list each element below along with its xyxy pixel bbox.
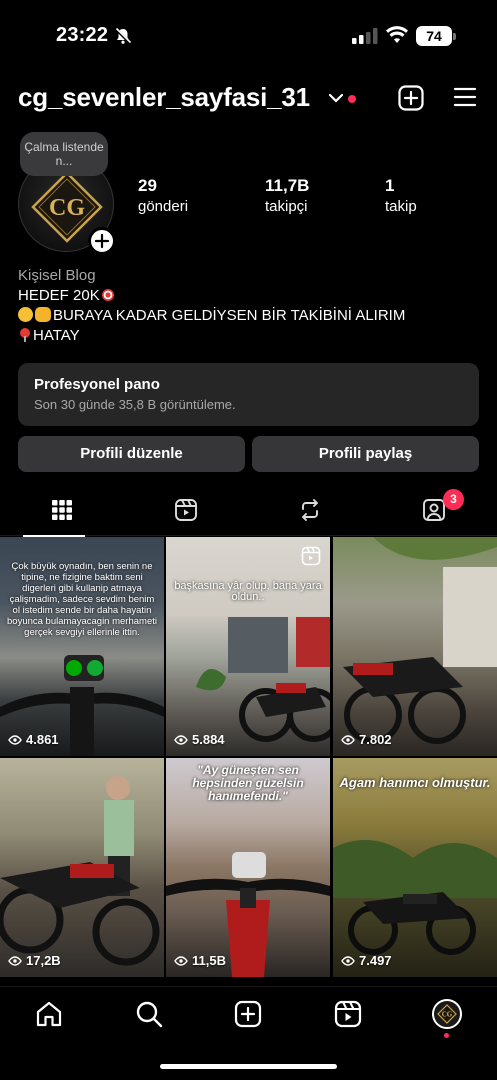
note-bubble[interactable]: Çalma listende n... [20, 132, 108, 176]
wifi-icon [386, 26, 408, 43]
eye-icon [174, 735, 188, 745]
profile-header: cg_sevenler_sayfasi_31 [0, 82, 497, 118]
view-count: 7.497 [341, 953, 392, 968]
create-icon [234, 1000, 262, 1028]
eye-icon [341, 956, 355, 966]
tab-reels[interactable] [124, 488, 248, 536]
stat-value: 11,7B [265, 176, 310, 195]
home-indicator[interactable] [160, 1064, 337, 1069]
reel-caption: Çok büyük oynadın, ben senin ne tipine, … [7, 561, 157, 638]
nav-profile-avatar[interactable]: CG [432, 999, 462, 1029]
dashboard-subtitle: Son 30 günde 35,8 B görüntüleme. [34, 397, 236, 412]
professional-dashboard[interactable]: Profesyonel pano Son 30 günde 35,8 B gör… [18, 363, 479, 426]
tagged-count-badge: 3 [443, 489, 464, 510]
stat-label: gönderi [138, 198, 189, 215]
view-count-value: 11,5B [192, 953, 226, 968]
tab-grid[interactable] [0, 488, 124, 537]
notification-dot [348, 95, 356, 103]
bio-line: BURAYA KADAR GELDİYSEN BİR TAKİBİNİ ALIR… [18, 306, 478, 326]
grid-item[interactable]: başkasına yâr olup, bana yara oldun.. 5.… [166, 537, 330, 756]
search-icon [136, 1001, 163, 1028]
bio-line: HEDEF 20K [18, 286, 478, 306]
pin-icon [20, 328, 30, 342]
motorcycle-image [343, 537, 497, 744]
nav-home[interactable] [34, 999, 64, 1029]
view-count-value: 17,2B [26, 953, 61, 968]
grid-icon [52, 500, 72, 520]
grid-item[interactable]: Agam hanımcı olmuştur. 7.497 [333, 758, 497, 977]
view-count-value: 4.861 [26, 732, 59, 747]
status-time: 23:22 [56, 24, 109, 46]
repost-icon [302, 499, 318, 521]
status-bar: 23:22 74 [0, 0, 497, 72]
reels-icon [334, 1000, 362, 1028]
home-icon [36, 1001, 62, 1027]
bio-line: HATAY [18, 326, 478, 346]
view-count-value: 7.802 [359, 732, 392, 747]
nav-reels[interactable] [333, 999, 363, 1029]
fist-emoji-icon [35, 307, 51, 322]
svg-text:CG: CG [49, 195, 85, 221]
dashboard-title: Profesyonel pano [34, 376, 160, 393]
menu-icon[interactable] [453, 86, 477, 108]
battery-indicator: 74 [416, 26, 456, 46]
reels-grid: Çok büyük oynadın, ben senin ne tipine, … [0, 537, 497, 986]
followers-count[interactable]: 11,7B takipçi [265, 176, 309, 215]
view-count-value: 5.884 [192, 732, 225, 747]
nav-create[interactable] [233, 999, 263, 1029]
reels-icon [175, 499, 197, 521]
eye-icon [8, 735, 22, 745]
grid-item[interactable]: 17,2B [0, 758, 164, 977]
view-count: 11,5B [174, 953, 226, 968]
add-story-button[interactable] [88, 227, 116, 255]
profile-stats: 29 gönderi 11,7B takipçi 1 takip [138, 176, 478, 220]
bio-line-1: HEDEF 20K [18, 287, 100, 304]
chevron-down-icon[interactable] [328, 92, 344, 104]
stat-value: 29 [138, 176, 157, 195]
bio-line-3: HATAY [33, 327, 80, 344]
eye-icon [8, 956, 22, 966]
motorcycle-image [0, 776, 160, 966]
reel-icon [301, 546, 321, 566]
grin-emoji-icon [18, 307, 33, 322]
stat-label: takipçi [265, 198, 308, 215]
bio-line-2: BURAYA KADAR GELDİYSEN BİR TAKİBİNİ ALIR… [53, 307, 406, 324]
reel-caption: başkasına yâr olup, bana yara oldun.. [174, 580, 322, 603]
grid-item[interactable]: Çok büyük oynadın, ben senin ne tipine, … [0, 537, 164, 756]
view-count: 17,2B [8, 953, 61, 968]
create-post-icon[interactable] [398, 85, 424, 111]
grid-item[interactable]: 7.802 [333, 537, 497, 756]
view-count: 4.861 [8, 732, 59, 747]
cg-logo: CG [437, 1004, 457, 1024]
dart-icon [101, 289, 114, 301]
edit-profile-button[interactable]: Profili düzenle [18, 436, 245, 472]
stat-label: takip [385, 198, 417, 215]
grid-item[interactable]: "Ay güneşten sen hepsinden güzelsin hanı… [166, 758, 330, 977]
bio-category: Kişisel Blog [18, 267, 96, 284]
view-count: 7.802 [341, 732, 392, 747]
eye-icon [341, 735, 355, 745]
following-count[interactable]: 1 takip [385, 176, 417, 215]
content-tabs [0, 488, 497, 537]
view-count-value: 7.497 [359, 953, 392, 968]
cellular-signal-icon [352, 28, 378, 44]
view-count: 5.884 [174, 732, 225, 747]
posts-count[interactable]: 29 gönderi [138, 176, 188, 215]
nav-search[interactable] [134, 999, 164, 1029]
tab-reposts[interactable] [248, 488, 372, 536]
share-profile-button[interactable]: Profili paylaş [252, 436, 479, 472]
eye-icon [174, 956, 188, 966]
tab-tagged[interactable] [372, 488, 496, 536]
reel-caption: "Ay güneşten sen hepsinden güzelsin hanı… [192, 763, 304, 803]
reel-caption: Agam hanımcı olmuştur. [339, 775, 491, 790]
svg-text:CG: CG [442, 1011, 453, 1019]
username-switcher[interactable]: cg_sevenler_sayfasi_31 [18, 82, 310, 113]
profile-bio: Kişisel Blog HEDEF 20K BURAYA KADAR GELD… [18, 266, 478, 346]
profile-notification-dot [444, 1033, 449, 1038]
plus-icon [94, 233, 110, 249]
stat-value: 1 [385, 176, 395, 195]
muted-bell-icon [114, 27, 132, 45]
